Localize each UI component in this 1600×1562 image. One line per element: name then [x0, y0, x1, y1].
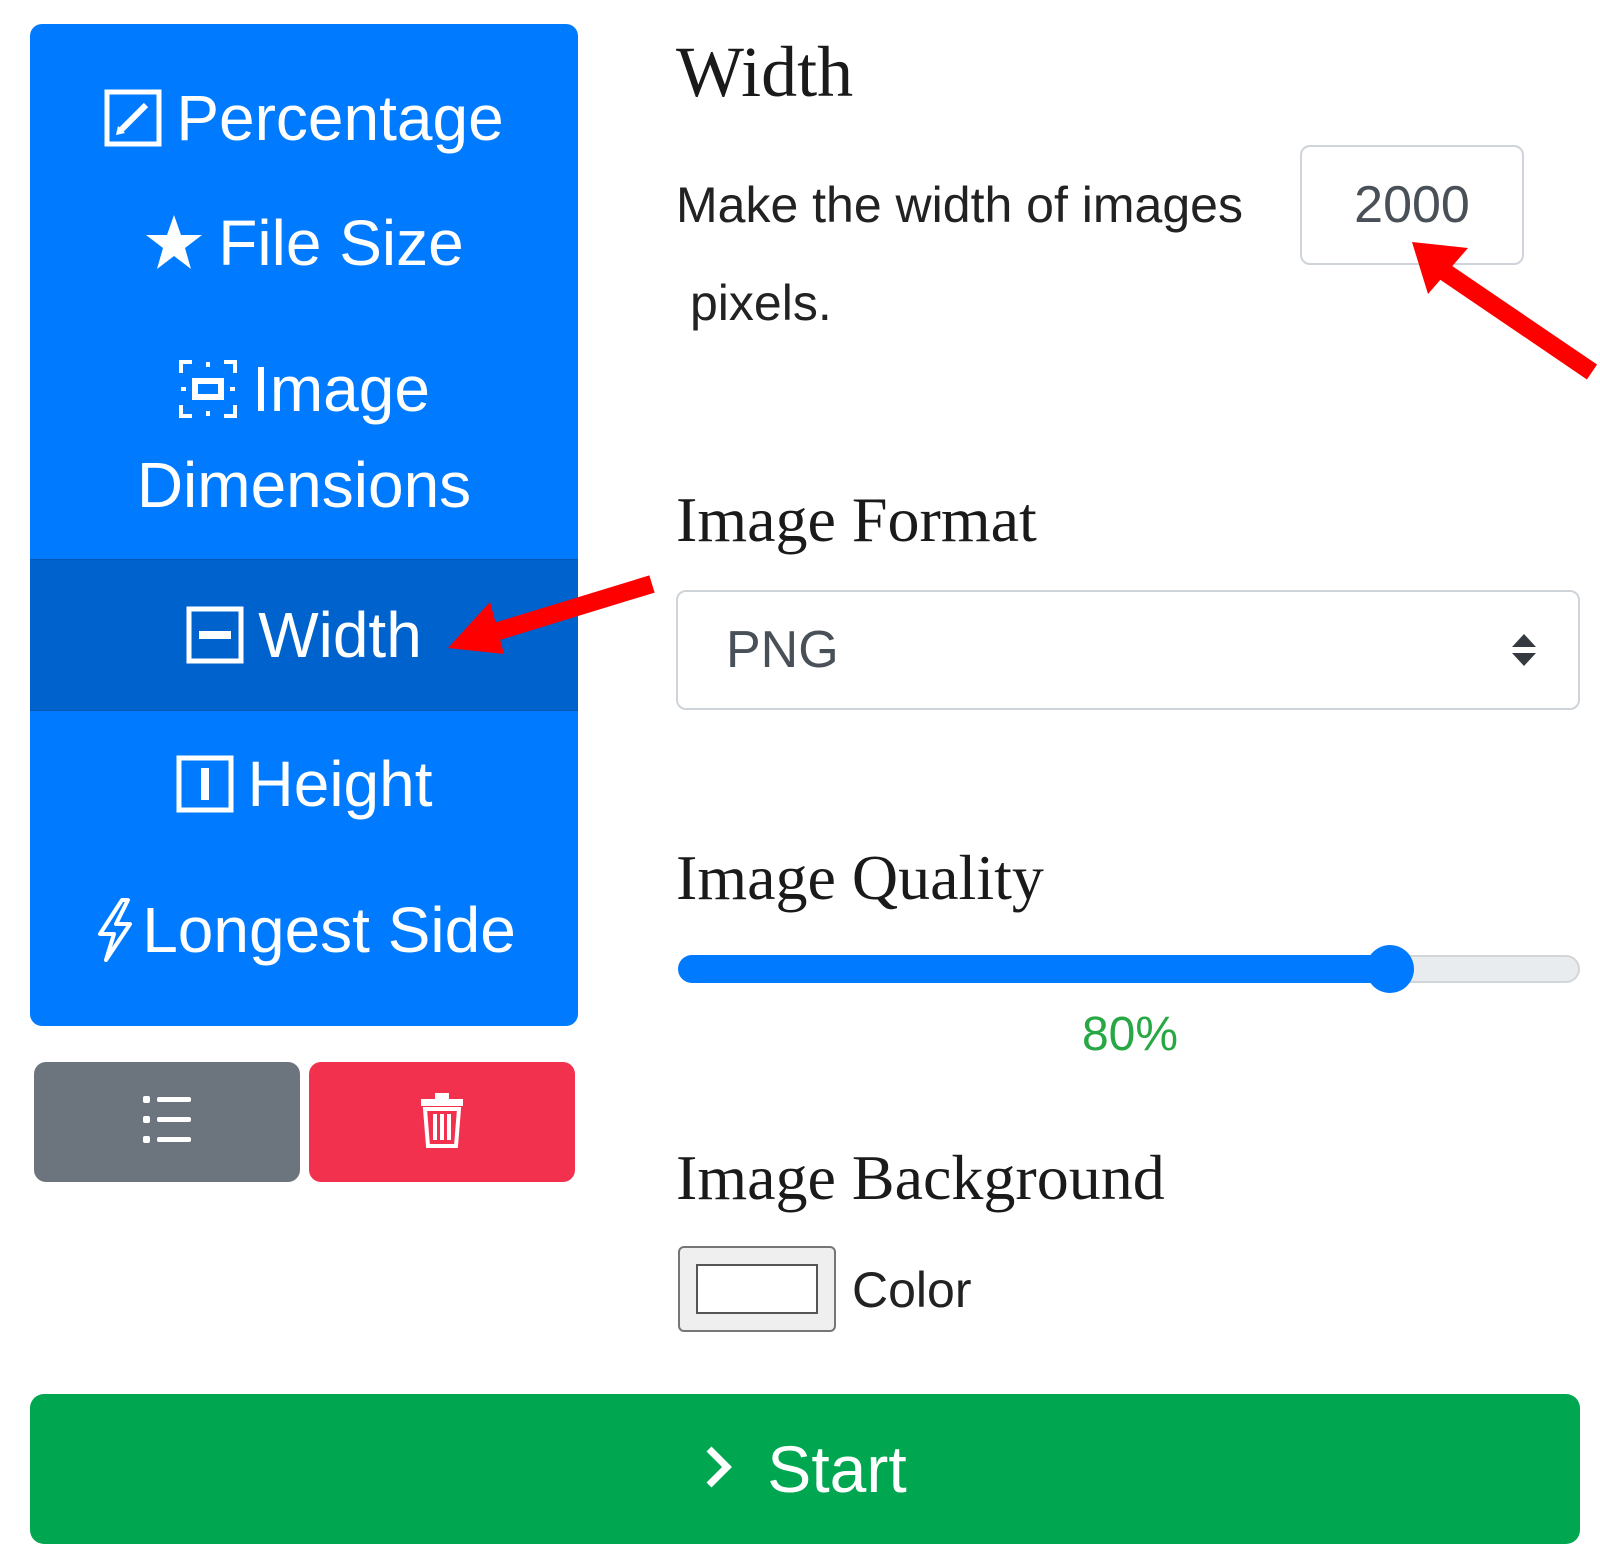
- color-swatch: [696, 1264, 818, 1314]
- menu-item-label: Image: [252, 352, 430, 425]
- start-button-label: Start: [767, 1432, 907, 1506]
- width-heading: Width: [676, 32, 854, 112]
- menu-item-label-line2: Dimensions: [136, 448, 472, 521]
- menu-item-label: File Size: [218, 207, 464, 279]
- dash-square-icon: [186, 606, 244, 664]
- menu-item-label: Longest Side: [142, 894, 516, 966]
- image-background-heading: Image Background: [676, 1142, 1165, 1213]
- lightning-icon: [92, 898, 136, 962]
- delete-button[interactable]: [309, 1062, 575, 1182]
- image-format-heading: Image Format: [676, 484, 1037, 555]
- width-description: Make the width of images: [676, 177, 1243, 233]
- image-format-value: PNG: [726, 621, 839, 679]
- width-unit-label: pixels.: [690, 275, 832, 331]
- menu-item-label: Width: [258, 599, 422, 671]
- slider-thumb[interactable]: [1366, 945, 1414, 993]
- menu-item-image-dimensions[interactable]: Image Dimensions: [30, 314, 578, 559]
- menu-item-percentage[interactable]: Percentage: [30, 48, 578, 188]
- image-format-select[interactable]: PNG: [676, 590, 1580, 710]
- list-button[interactable]: [34, 1062, 300, 1182]
- menu-item-label: Percentage: [176, 82, 504, 154]
- slider-fill: [678, 955, 1392, 983]
- star-icon: [144, 213, 204, 273]
- menu-item-width[interactable]: Width: [30, 559, 578, 711]
- image-quality-heading: Image Quality: [676, 842, 1044, 913]
- chevron-right-icon: [703, 1445, 733, 1494]
- trash-icon: [419, 1091, 465, 1154]
- background-color-label: Color: [852, 1262, 972, 1318]
- list-icon: [141, 1094, 193, 1151]
- menu-item-label: Height: [247, 748, 433, 820]
- image-quality-slider[interactable]: [678, 945, 1580, 993]
- menu-item-longest-side[interactable]: Longest Side: [30, 857, 578, 1003]
- width-input[interactable]: [1300, 145, 1524, 265]
- select-arrows-icon: [1510, 632, 1538, 673]
- resize-mode-menu: Percentage File Size Image Dimensions Wi…: [30, 24, 578, 1026]
- menu-item-height[interactable]: Height: [30, 711, 578, 857]
- i-square-icon: [176, 755, 234, 813]
- pencil-square-icon: [104, 89, 162, 147]
- bounding-box-icon: [178, 359, 238, 419]
- background-color-picker[interactable]: [678, 1246, 836, 1332]
- start-button[interactable]: Start: [30, 1394, 1580, 1544]
- image-quality-value: 80%: [1081, 1008, 1179, 1061]
- menu-item-file-size[interactable]: File Size: [30, 174, 578, 312]
